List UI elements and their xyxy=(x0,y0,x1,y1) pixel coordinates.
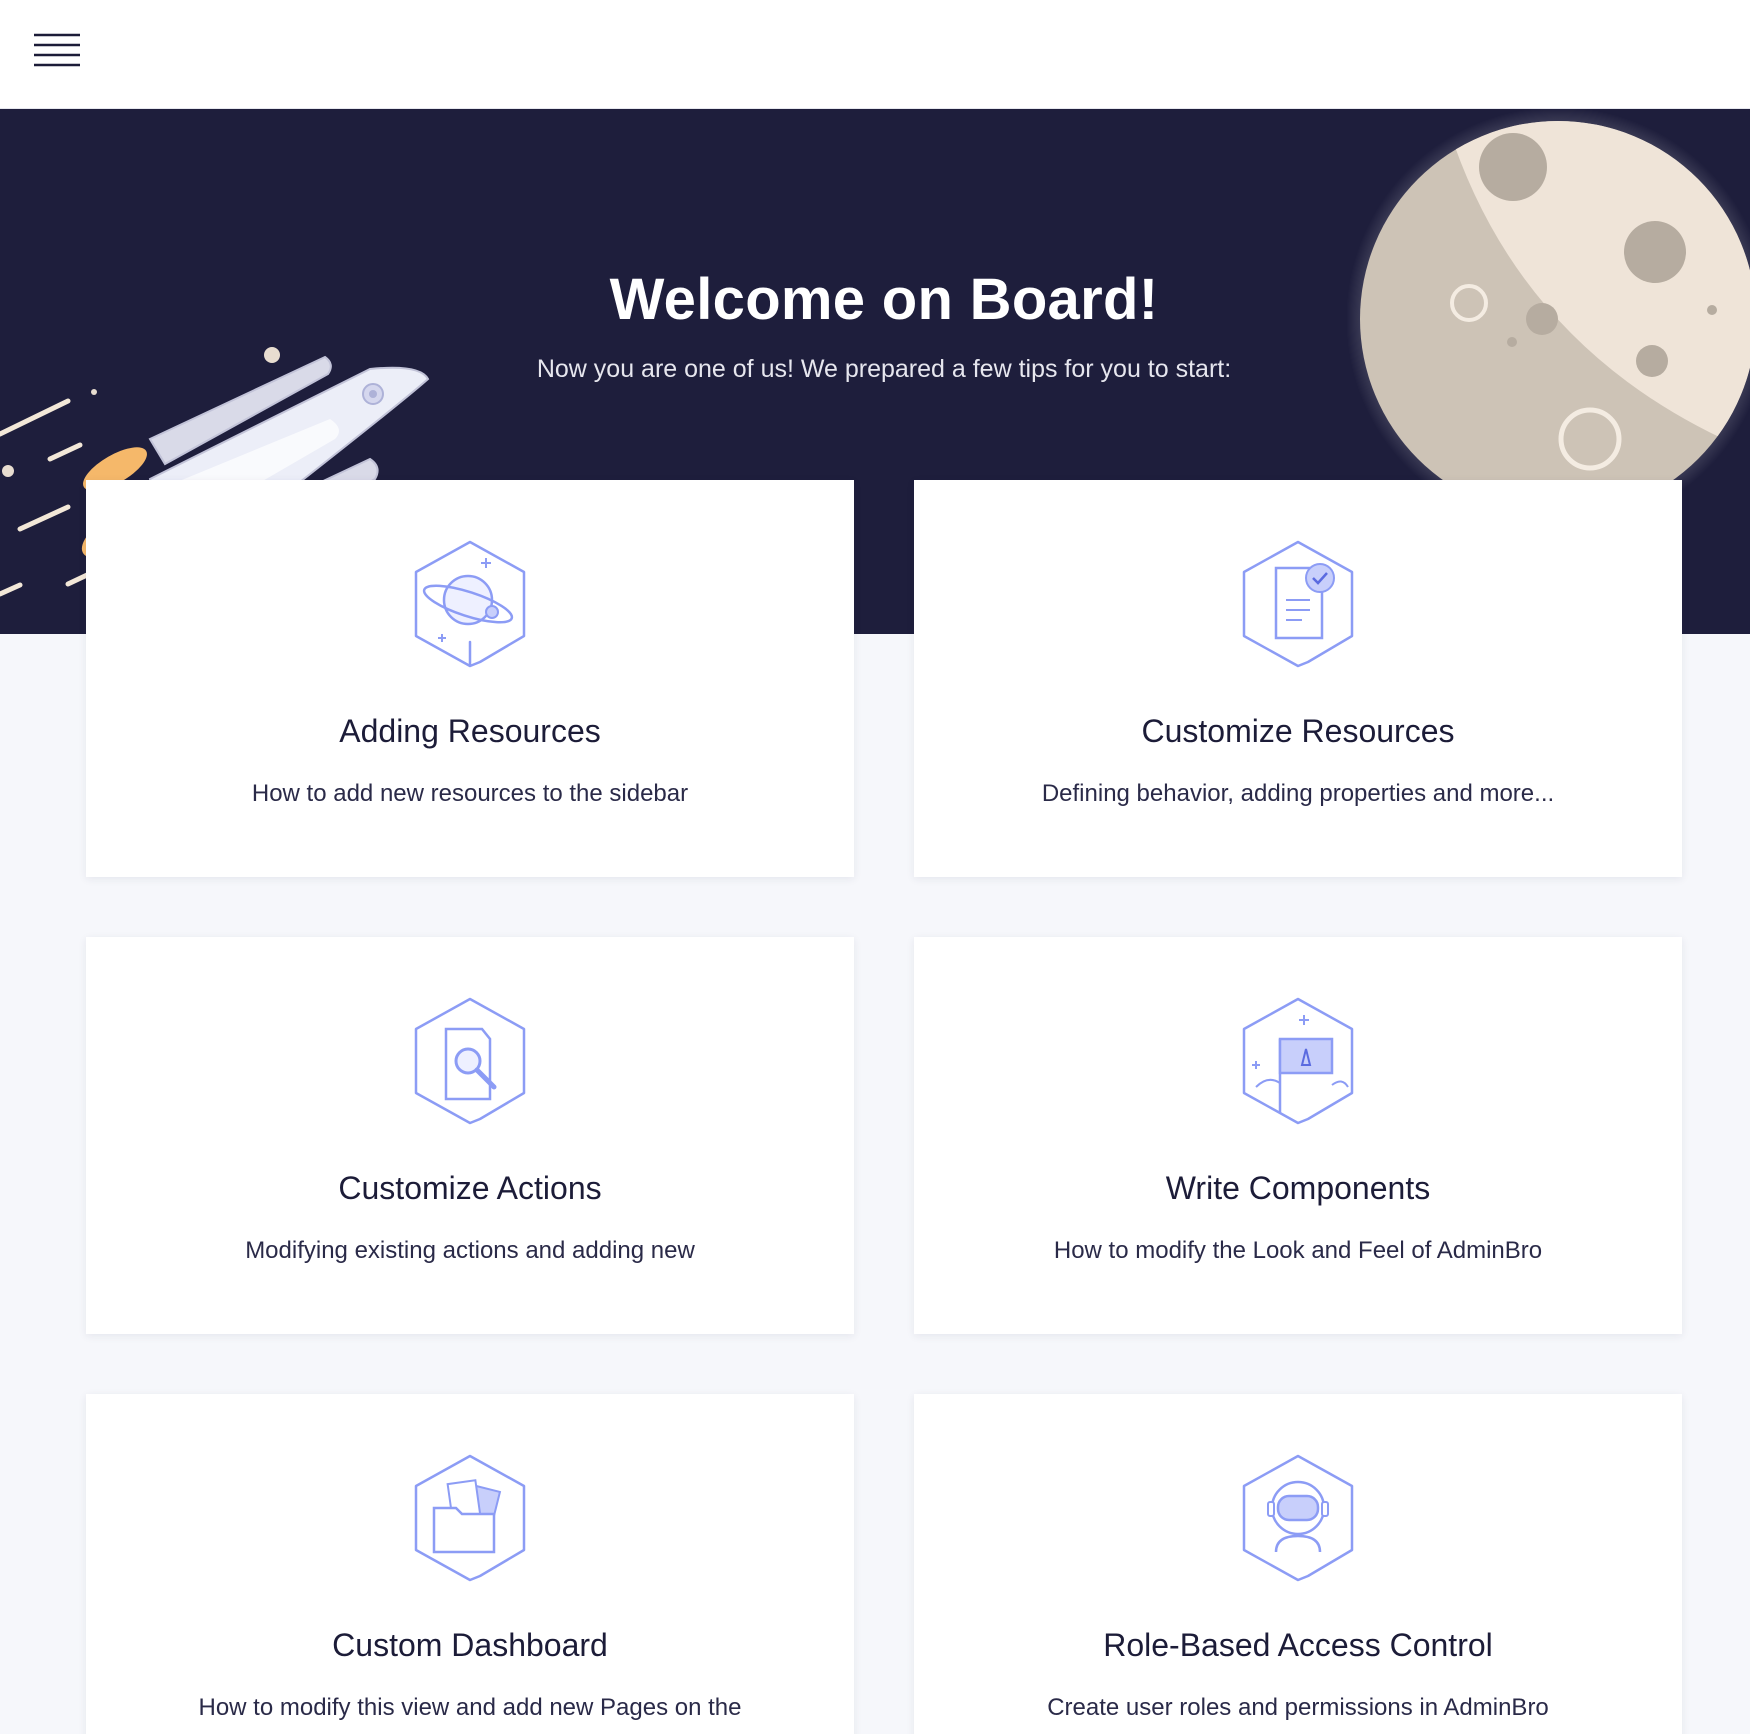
card-customize-resources[interactable]: Customize Resources Defining behavior, a… xyxy=(914,480,1682,877)
card-description: How to add new resources to the sidebar xyxy=(251,780,689,807)
planet-icon xyxy=(414,540,526,668)
card-title: Role-Based Access Control xyxy=(1103,1627,1493,1663)
card-description: Modifying existing actions and adding ne… xyxy=(245,1237,695,1264)
card-customize-actions[interactable]: Customize Actions Modifying existing act… xyxy=(86,937,854,1334)
card-description: How to modify this view and add new Page… xyxy=(198,1694,742,1721)
top-bar xyxy=(0,0,1750,109)
hamburger-menu-icon[interactable] xyxy=(34,32,80,70)
welcome-title: Welcome on Board! xyxy=(609,267,1159,332)
card-description: How to modify the Look and Feel of Admin… xyxy=(1053,1237,1543,1264)
document-check-icon xyxy=(1242,540,1354,668)
card-title: Custom Dashboard xyxy=(332,1627,608,1663)
flag-icon xyxy=(1242,997,1354,1125)
card-title: Adding Resources xyxy=(339,713,601,749)
card-title: Write Components xyxy=(1165,1170,1431,1206)
document-search-icon xyxy=(414,997,526,1125)
card-write-components[interactable]: Write Components How to modify the Look … xyxy=(914,937,1682,1334)
card-description: Defining behavior, adding properties and… xyxy=(1041,780,1555,807)
card-description: Create user roles and permissions in Adm… xyxy=(1047,1694,1549,1721)
card-custom-dashboard[interactable]: Custom Dashboard How to modify this view… xyxy=(86,1394,854,1734)
astronaut-icon xyxy=(1242,1454,1354,1582)
folder-icon xyxy=(414,1454,526,1582)
card-title: Customize Resources xyxy=(1141,713,1455,749)
card-adding-resources[interactable]: Adding Resources How to add new resource… xyxy=(86,480,854,877)
card-role-based-access-control[interactable]: Role-Based Access Control Create user ro… xyxy=(914,1394,1682,1734)
card-title: Customize Actions xyxy=(338,1170,602,1206)
welcome-subtitle: Now you are one of us! We prepared a few… xyxy=(536,355,1232,383)
